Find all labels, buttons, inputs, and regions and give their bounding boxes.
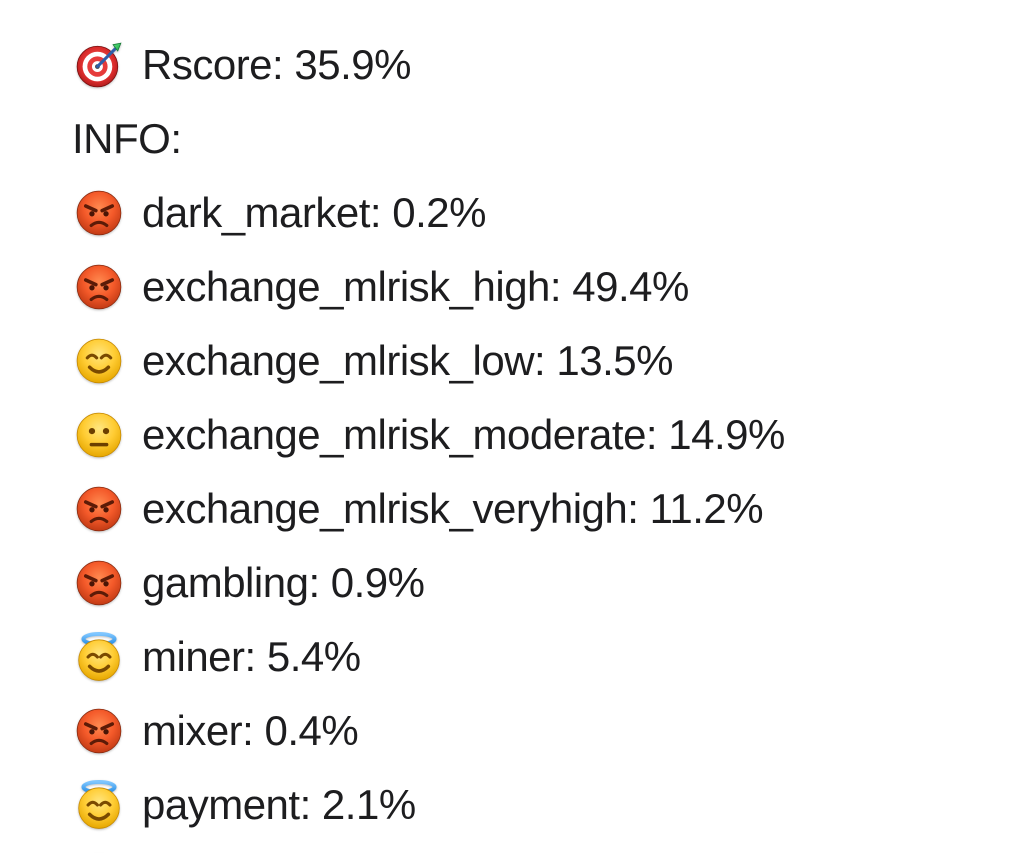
item-row: miner: 5.4% — [72, 620, 1024, 694]
item-row: dark_market: 0.2% — [72, 176, 1024, 250]
item-row: payment: 2.1% — [72, 768, 1024, 842]
item-text: payment: 2.1% — [142, 784, 416, 826]
smile-icon — [72, 334, 126, 388]
item-text: exchange_mlrisk_veryhigh: 11.2% — [142, 488, 763, 530]
item-text: gambling: 0.9% — [142, 562, 425, 604]
item-row: exchange_mlrisk_moderate: 14.9% — [72, 398, 1024, 472]
item-text: exchange_mlrisk_moderate: 14.9% — [142, 414, 785, 456]
item-row: gambling: 0.9% — [72, 546, 1024, 620]
item-row: wallet: 1.6% — [72, 842, 1024, 853]
item-row: exchange_mlrisk_low: 13.5% — [72, 324, 1024, 398]
angry-icon — [72, 260, 126, 314]
item-row: exchange_mlrisk_high: 49.4% — [72, 250, 1024, 324]
item-row: exchange_mlrisk_veryhigh: 11.2% — [72, 472, 1024, 546]
item-text: dark_market: 0.2% — [142, 192, 486, 234]
item-text: mixer: 0.4% — [142, 710, 358, 752]
dart-icon — [72, 38, 126, 92]
header-row: Rscore: 35.9% — [72, 28, 1024, 102]
risk-report-panel: Rscore: 35.9% INFO: dark_market: 0.2% ex… — [0, 0, 1024, 853]
header-text: Rscore: 35.9% — [142, 44, 411, 86]
angry-icon — [72, 482, 126, 536]
info-label: INFO: — [72, 118, 182, 160]
angry-icon — [72, 704, 126, 758]
angry-icon — [72, 186, 126, 240]
halo-icon — [72, 630, 126, 684]
item-text: exchange_mlrisk_low: 13.5% — [142, 340, 673, 382]
item-text: exchange_mlrisk_high: 49.4% — [142, 266, 689, 308]
item-text: miner: 5.4% — [142, 636, 361, 678]
item-row: mixer: 0.4% — [72, 694, 1024, 768]
neutral-icon — [72, 408, 126, 462]
halo-icon — [72, 778, 126, 832]
angry-icon — [72, 556, 126, 610]
info-label-row: INFO: — [72, 102, 1024, 176]
